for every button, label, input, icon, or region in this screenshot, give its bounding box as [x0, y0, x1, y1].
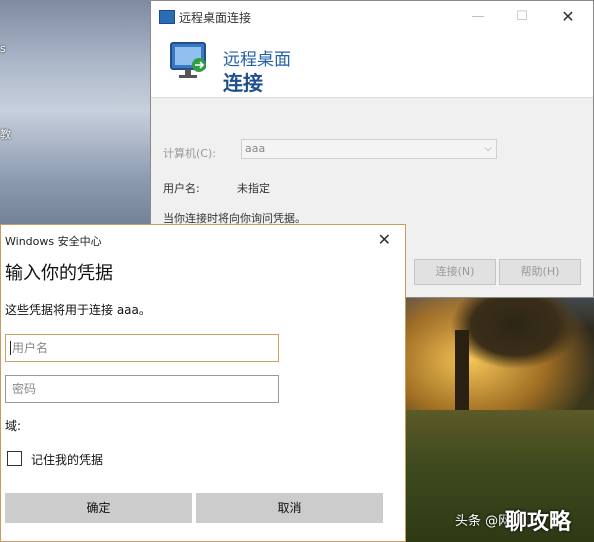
close-icon[interactable]: ✕	[378, 230, 391, 249]
computer-value: aaa	[245, 142, 266, 155]
windows-security-dialog: Windows 安全中心 ✕ 输入你的凭据 这些凭据将用于连接 aaa。 用户名…	[0, 224, 406, 542]
desktop-icon-label[interactable]: s	[0, 42, 6, 55]
credentials-heading: 输入你的凭据	[5, 263, 113, 284]
remote-desktop-app-icon	[159, 10, 175, 24]
credentials-description: 这些凭据将用于连接 aaa。	[5, 303, 151, 317]
watermark-text: 头条 @网	[455, 514, 512, 529]
username-input[interactable]: 用户名	[5, 334, 279, 362]
watermark-logo-text: 聊攻略	[505, 510, 572, 535]
desktop-icon-label[interactable]: 教	[0, 126, 11, 142]
maximize-button[interactable]: ☐	[511, 7, 533, 27]
computer-combobox[interactable]: aaa ⌵	[241, 139, 497, 159]
computer-label: 计算机(C):	[163, 147, 216, 160]
rdp-banner-subtitle: 连接	[223, 71, 263, 95]
help-button[interactable]: 帮助(H)	[499, 259, 581, 285]
close-button[interactable]: ✕	[557, 7, 579, 27]
cancel-button[interactable]: 取消	[196, 493, 383, 523]
security-dialog-title: Windows 安全中心	[5, 235, 102, 248]
username-value: 未指定	[237, 182, 270, 195]
remember-credentials-label[interactable]: 记住我的凭据	[31, 451, 103, 468]
username-label: 用户名:	[163, 182, 200, 195]
rdp-banner: 远程桌面 连接	[151, 33, 593, 98]
chevron-down-icon[interactable]: ⌵	[484, 140, 492, 158]
domain-label: 域:	[5, 419, 22, 433]
wallpaper-tree-trunk	[455, 330, 469, 410]
password-input[interactable]: 密码	[5, 375, 279, 403]
ok-button[interactable]: 确定	[5, 493, 192, 523]
remote-desktop-logo-icon	[170, 42, 206, 78]
rdp-titlebar[interactable]: 远程桌面连接 — ☐ ✕	[151, 1, 593, 33]
connect-button[interactable]: 连接(N)	[414, 259, 496, 285]
remember-credentials-checkbox[interactable]	[7, 451, 22, 466]
minimize-button[interactable]: —	[467, 7, 489, 27]
rdp-window-title: 远程桌面连接	[179, 11, 252, 25]
